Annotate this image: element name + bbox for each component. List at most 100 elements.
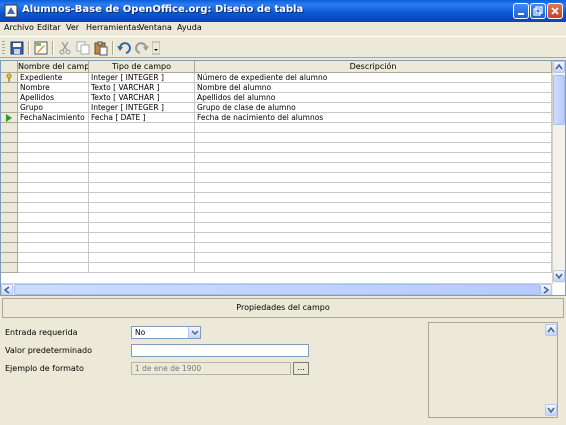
scroll-down-button[interactable] <box>553 270 565 282</box>
cell-descripcion[interactable] <box>195 263 552 273</box>
cell-descripcion[interactable] <box>195 223 552 233</box>
cell-tipo[interactable]: Integer [ INTEGER ] <box>89 73 195 83</box>
cell-descripcion[interactable] <box>195 243 552 253</box>
paste-icon[interactable] <box>93 40 109 56</box>
cell-nombre[interactable] <box>18 183 89 193</box>
cell-tipo[interactable] <box>89 213 195 223</box>
row-selector[interactable] <box>1 113 18 123</box>
cell-nombre[interactable] <box>18 213 89 223</box>
cell-descripcion[interactable] <box>195 153 552 163</box>
cell-tipo[interactable] <box>89 203 195 213</box>
cell-tipo[interactable] <box>89 223 195 233</box>
row-selector[interactable] <box>1 173 18 183</box>
cell-tipo[interactable] <box>89 253 195 263</box>
close-button[interactable] <box>547 3 563 19</box>
edit-icon[interactable] <box>33 40 49 56</box>
cell-tipo[interactable] <box>89 173 195 183</box>
cut-icon[interactable] <box>57 40 73 56</box>
horizontal-scrollbar[interactable] <box>1 283 553 295</box>
cell-descripcion[interactable] <box>195 173 552 183</box>
row-selector[interactable] <box>1 103 18 113</box>
cell-tipo[interactable] <box>89 263 195 273</box>
cell-tipo[interactable]: Fecha [ DATE ] <box>89 113 195 123</box>
row-selector[interactable] <box>1 213 18 223</box>
cell-descripcion[interactable] <box>195 123 552 133</box>
cell-tipo[interactable] <box>89 193 195 203</box>
menu-editar[interactable]: Editar <box>37 23 61 32</box>
cell-descripcion[interactable] <box>195 193 552 203</box>
cell-tipo[interactable] <box>89 143 195 153</box>
cell-nombre[interactable] <box>18 243 89 253</box>
scroll-right-button[interactable] <box>540 284 552 295</box>
row-selector[interactable] <box>1 83 18 93</box>
cell-nombre[interactable] <box>18 143 89 153</box>
scroll-up-button[interactable] <box>553 61 565 73</box>
header-nombre-campo[interactable]: Nombre del campo <box>18 61 89 73</box>
entrada-requerida-select[interactable]: No <box>131 326 201 339</box>
cell-tipo[interactable]: Texto [ VARCHAR ] <box>89 83 195 93</box>
row-selector[interactable] <box>1 143 18 153</box>
undo-icon[interactable] <box>116 40 132 56</box>
cell-tipo[interactable]: Texto [ VARCHAR ] <box>89 93 195 103</box>
save-icon[interactable] <box>9 40 25 56</box>
cell-nombre[interactable] <box>18 193 89 203</box>
row-selector[interactable] <box>1 123 18 133</box>
menu-archivo[interactable]: Archivo <box>4 23 34 32</box>
row-selector[interactable] <box>1 163 18 173</box>
cell-tipo[interactable] <box>89 163 195 173</box>
cell-descripcion[interactable] <box>195 233 552 243</box>
cell-descripcion[interactable] <box>195 203 552 213</box>
cell-nombre[interactable] <box>18 123 89 133</box>
row-selector[interactable] <box>1 183 18 193</box>
cell-nombre[interactable] <box>18 133 89 143</box>
valor-predeterminado-input[interactable] <box>131 344 309 357</box>
cell-tipo[interactable] <box>89 243 195 253</box>
help-scroll-down-button[interactable] <box>545 404 557 416</box>
cell-nombre[interactable]: FechaNacimiento <box>18 113 89 123</box>
help-scroll-up-button[interactable] <box>545 324 557 336</box>
menu-ventana[interactable]: Ventana <box>139 23 172 32</box>
row-selector[interactable] <box>1 243 18 253</box>
cell-descripcion[interactable]: Fecha de nacimiento del alumnos <box>195 113 552 123</box>
cell-descripcion[interactable] <box>195 213 552 223</box>
menu-ver[interactable]: Ver <box>66 23 79 32</box>
cell-nombre[interactable] <box>18 253 89 263</box>
header-descripcion[interactable]: Descripción <box>195 61 552 73</box>
row-selector[interactable] <box>1 73 18 83</box>
row-selector[interactable] <box>1 233 18 243</box>
row-selector[interactable] <box>1 153 18 163</box>
table-design-grid[interactable]: Nombre del campo Tipo de campo Descripci… <box>0 60 566 296</box>
cell-descripcion[interactable]: Número de expediente del alumno <box>195 73 552 83</box>
cell-nombre[interactable]: Grupo <box>18 103 89 113</box>
cell-tipo[interactable] <box>89 233 195 243</box>
cell-nombre[interactable]: Apellidos <box>18 93 89 103</box>
cell-nombre[interactable]: Expediente <box>18 73 89 83</box>
vertical-scroll-thumb[interactable] <box>553 75 565 125</box>
row-selector[interactable] <box>1 253 18 263</box>
cell-tipo[interactable] <box>89 123 195 133</box>
cell-nombre[interactable]: Nombre <box>18 83 89 93</box>
cell-nombre[interactable] <box>18 153 89 163</box>
row-selector[interactable] <box>1 263 18 273</box>
copy-icon[interactable] <box>75 40 91 56</box>
cell-nombre[interactable] <box>18 233 89 243</box>
cell-tipo[interactable] <box>89 153 195 163</box>
format-options-button[interactable]: ... <box>293 362 309 375</box>
cell-nombre[interactable] <box>18 163 89 173</box>
cell-tipo[interactable]: Integer [ INTEGER ] <box>89 103 195 113</box>
cell-descripcion[interactable] <box>195 163 552 173</box>
row-selector[interactable] <box>1 133 18 143</box>
cell-nombre[interactable] <box>18 223 89 233</box>
row-selector[interactable] <box>1 93 18 103</box>
cell-descripcion[interactable]: Nombre del alumno <box>195 83 552 93</box>
vertical-scrollbar[interactable] <box>552 61 565 283</box>
cell-descripcion[interactable] <box>195 143 552 153</box>
row-selector[interactable] <box>1 223 18 233</box>
cell-tipo[interactable] <box>89 183 195 193</box>
cell-nombre[interactable] <box>18 203 89 213</box>
cell-descripcion[interactable]: Grupo de clase de alumno <box>195 103 552 113</box>
cell-descripcion[interactable] <box>195 253 552 263</box>
cell-nombre[interactable] <box>18 263 89 273</box>
toolbar-grip[interactable] <box>2 41 5 55</box>
cell-tipo[interactable] <box>89 133 195 143</box>
